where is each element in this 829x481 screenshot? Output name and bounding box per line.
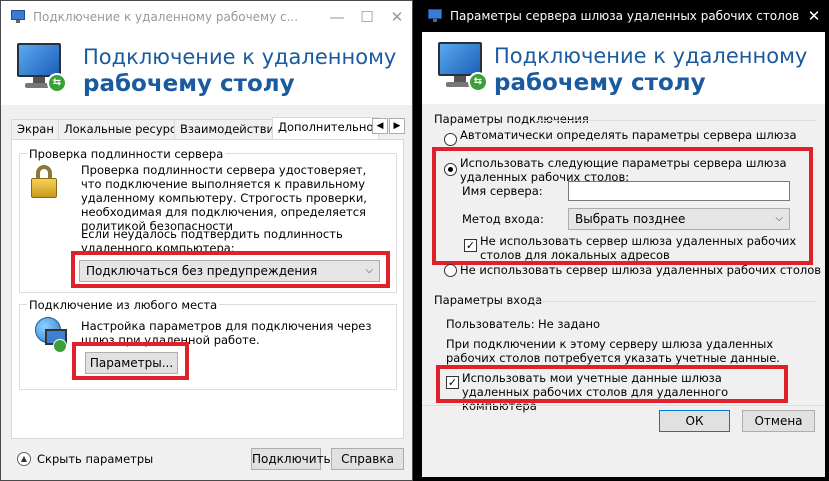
help-button[interactable]: Справка <box>331 448 404 470</box>
auto-detect-label: Автоматически определять параметры серве… <box>460 128 797 142</box>
cancel-button[interactable]: Отмена <box>742 410 815 432</box>
remote-desktop-icon: ⇆ <box>438 42 488 94</box>
connection-settings-title: Параметры подключения <box>434 112 589 126</box>
radio-auto-detect[interactable] <box>444 133 457 146</box>
header-title-line2: рабочему столу <box>83 71 295 97</box>
remote-desktop-icon <box>11 10 27 24</box>
window-title: Параметры сервера шлюза удаленных рабочи… <box>450 9 799 23</box>
title-bar: Параметры сервера шлюза удаленных рабочи… <box>418 0 829 32</box>
minimize-icon[interactable]: — <box>322 8 352 26</box>
radio-no-gateway[interactable] <box>444 264 457 277</box>
no-gateway-label: Не использовать сервер шлюза удаленных р… <box>460 263 822 277</box>
highlight-frame <box>71 251 390 288</box>
connect-button[interactable]: Подключить <box>251 448 331 470</box>
user-value: Не задано <box>538 317 601 331</box>
header-title-line1: Подключение к удаленному <box>83 45 397 69</box>
group-divider <box>537 120 817 121</box>
header-banner: ⇆ Подключение к удаленному рабочему стол… <box>1 33 412 105</box>
tab-local-resources[interactable]: Локальные ресурсы <box>58 119 192 139</box>
header-title-line2: рабочему столу <box>494 70 706 96</box>
lock-icon <box>29 165 59 199</box>
rdp-connection-window: Подключение к удаленному рабочему с... —… <box>0 0 413 481</box>
user-label: Пользователь: <box>446 317 535 331</box>
close-icon[interactable]: ✕ <box>382 8 412 26</box>
header-banner: ⇆ Подключение к удаленному рабочему стол… <box>422 32 825 104</box>
dialog-body: ⇆ Подключение к удаленному рабочему стол… <box>422 32 825 477</box>
logon-info-text: При подключении к этому серверу шлюза уд… <box>446 337 780 365</box>
title-bar: Подключение к удаленному рабочему с... —… <box>1 1 412 33</box>
server-auth-title: Проверка подлинности сервера <box>27 147 226 161</box>
remote-desktop-icon: ⇆ <box>17 43 67 95</box>
highlight-frame <box>432 147 813 265</box>
ok-button[interactable]: ОК <box>659 410 730 432</box>
tab-experience[interactable]: Взаимодействие <box>174 119 288 139</box>
group-divider <box>530 301 817 302</box>
tab-display[interactable]: Экран <box>11 119 60 139</box>
maximize-icon[interactable]: ☐ <box>352 8 382 26</box>
logon-settings-title: Параметры входа <box>434 293 543 307</box>
tab-advanced[interactable]: Дополнительно <box>272 117 380 140</box>
header-title-line1: Подключение к удаленному <box>494 44 808 68</box>
connect-anywhere-title: Подключение из любого места <box>27 298 220 312</box>
close-icon[interactable]: ✕ <box>799 7 829 25</box>
collapse-up-icon[interactable]: ▲ <box>17 452 31 466</box>
server-auth-description: Проверка подлинности сервера удостоверяе… <box>81 163 367 233</box>
gateway-globe-icon <box>35 317 71 353</box>
tab-scroll-right-icon[interactable]: ▶ <box>389 118 405 134</box>
tab-scroll-left-icon[interactable]: ◀ <box>372 118 388 134</box>
footer-divider <box>422 405 825 406</box>
highlight-frame <box>72 342 189 380</box>
window-title: Подключение к удаленному рабочему с... <box>33 10 299 24</box>
hide-options-link[interactable]: Скрыть параметры <box>37 452 153 466</box>
highlight-frame <box>436 365 788 403</box>
remote-desktop-icon <box>428 9 444 23</box>
gateway-settings-window: Параметры сервера шлюза удаленных рабочи… <box>418 0 829 481</box>
